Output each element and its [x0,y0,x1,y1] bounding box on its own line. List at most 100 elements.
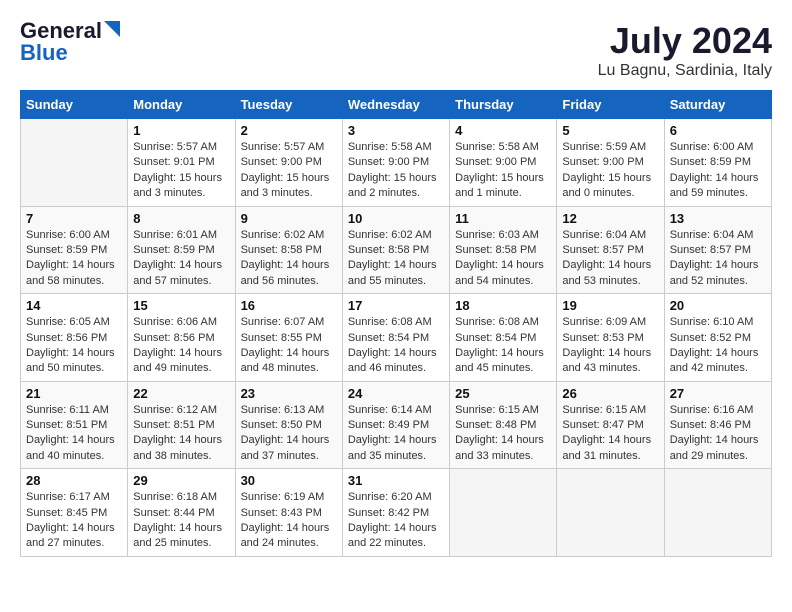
day-number: 22 [133,386,229,401]
day-cell: 18Sunrise: 6:08 AM Sunset: 8:54 PM Dayli… [450,294,557,382]
day-info: Sunrise: 6:07 AM Sunset: 8:55 PM Dayligh… [241,315,337,377]
day-cell: 2 Sunrise: 5:57 AM Sunset: 9:00 PM Daylig… [235,119,342,207]
logo-icon [104,21,120,37]
day-cell: 22 Sunrise: 6:12 AM Sunset: 8:51 PM Dayli… [128,381,235,469]
day-cell: 27Sunrise: 6:16 AM Sunset: 8:46 PM Dayli… [664,381,771,469]
day-info: Sunrise: 6:16 AM Sunset: 8:46 PM Dayligh… [670,403,766,465]
day-cell [557,469,664,557]
day-info: Sunrise: 6:14 AM Sunset: 8:49 PM Dayligh… [348,403,444,465]
day-cell: 29 Sunrise: 6:18 AM Sunset: 8:44 PM Dayli… [128,469,235,557]
month-title: July 2024 [598,20,772,62]
day-info: Sunrise: 6:09 AM Sunset: 8:53 PM Dayligh… [562,315,658,377]
day-cell: 24 Sunrise: 6:14 AM Sunset: 8:49 PM Dayli… [342,381,449,469]
day-cell: 17 Sunrise: 6:08 AM Sunset: 8:54 PM Dayli… [342,294,449,382]
day-number: 23 [241,386,337,401]
day-cell: 14 Sunrise: 6:05 AM Sunset: 8:56 PM Dayli… [21,294,128,382]
day-number: 29 [133,473,229,488]
header-row: SundayMondayTuesdayWednesdayThursdayFrid… [21,91,772,119]
day-cell: 30 Sunrise: 6:19 AM Sunset: 8:43 PM Dayli… [235,469,342,557]
week-row-2: 7 Sunrise: 6:00 AM Sunset: 8:59 PM Daylig… [21,206,772,294]
day-cell: 19 Sunrise: 6:09 AM Sunset: 8:53 PM Dayli… [557,294,664,382]
logo: General Blue [20,20,120,64]
day-cell: 10 Sunrise: 6:02 AM Sunset: 8:58 PM Dayli… [342,206,449,294]
day-number: 20 [670,298,766,313]
header-day-friday: Friday [557,91,664,119]
day-number: 4 [455,123,551,138]
day-info: Sunrise: 6:06 AM Sunset: 8:56 PM Dayligh… [133,315,229,377]
day-number: 6 [670,123,766,138]
day-info: Sunrise: 6:10 AM Sunset: 8:52 PM Dayligh… [670,315,766,377]
day-number: 11 [455,211,551,226]
day-number: 2 [241,123,337,138]
day-number: 17 [348,298,444,313]
header-day-thursday: Thursday [450,91,557,119]
header-day-sunday: Sunday [21,91,128,119]
day-info: Sunrise: 6:05 AM Sunset: 8:56 PM Dayligh… [26,315,122,377]
day-cell: 9 Sunrise: 6:02 AM Sunset: 8:58 PM Daylig… [235,206,342,294]
day-number: 14 [26,298,122,313]
day-number: 16 [241,298,337,313]
day-info: Sunrise: 6:03 AM Sunset: 8:58 PM Dayligh… [455,228,551,290]
day-cell: 25 Sunrise: 6:15 AM Sunset: 8:48 PM Dayli… [450,381,557,469]
day-info: Sunrise: 6:17 AM Sunset: 8:45 PM Dayligh… [26,490,122,552]
day-info: Sunrise: 6:02 AM Sunset: 8:58 PM Dayligh… [348,228,444,290]
day-info: Sunrise: 6:15 AM Sunset: 8:48 PM Dayligh… [455,403,551,465]
day-cell: 7 Sunrise: 6:00 AM Sunset: 8:59 PM Daylig… [21,206,128,294]
day-cell: 3 Sunrise: 5:58 AM Sunset: 9:00 PM Daylig… [342,119,449,207]
day-cell: 26Sunrise: 6:15 AM Sunset: 8:47 PM Dayli… [557,381,664,469]
day-number: 10 [348,211,444,226]
location-text: Lu Bagnu, Sardinia, Italy [598,62,772,80]
day-info: Sunrise: 6:12 AM Sunset: 8:51 PM Dayligh… [133,403,229,465]
day-info: Sunrise: 6:19 AM Sunset: 8:43 PM Dayligh… [241,490,337,552]
day-cell: 28 Sunrise: 6:17 AM Sunset: 8:45 PM Dayli… [21,469,128,557]
day-cell: 1Sunrise: 5:57 AM Sunset: 9:01 PM Daylig… [128,119,235,207]
day-cell: 6 Sunrise: 6:00 AM Sunset: 8:59 PM Daylig… [664,119,771,207]
day-number: 26 [562,386,658,401]
header-day-saturday: Saturday [664,91,771,119]
day-cell: 13 Sunrise: 6:04 AM Sunset: 8:57 PM Dayli… [664,206,771,294]
day-cell: 16 Sunrise: 6:07 AM Sunset: 8:55 PM Dayli… [235,294,342,382]
day-cell [450,469,557,557]
day-info: Sunrise: 5:58 AM Sunset: 9:00 PM Dayligh… [455,140,551,202]
week-row-1: 1Sunrise: 5:57 AM Sunset: 9:01 PM Daylig… [21,119,772,207]
day-info: Sunrise: 6:11 AM Sunset: 8:51 PM Dayligh… [26,403,122,465]
calendar-table: SundayMondayTuesdayWednesdayThursdayFrid… [20,90,772,557]
day-number: 3 [348,123,444,138]
header-day-tuesday: Tuesday [235,91,342,119]
week-row-5: 28 Sunrise: 6:17 AM Sunset: 8:45 PM Dayli… [21,469,772,557]
day-number: 15 [133,298,229,313]
calendar-header: SundayMondayTuesdayWednesdayThursdayFrid… [21,91,772,119]
day-info: Sunrise: 6:13 AM Sunset: 8:50 PM Dayligh… [241,403,337,465]
week-row-3: 14 Sunrise: 6:05 AM Sunset: 8:56 PM Dayli… [21,294,772,382]
day-cell: 23 Sunrise: 6:13 AM Sunset: 8:50 PM Dayli… [235,381,342,469]
header-day-wednesday: Wednesday [342,91,449,119]
day-info: Sunrise: 6:01 AM Sunset: 8:59 PM Dayligh… [133,228,229,290]
day-info: Sunrise: 5:58 AM Sunset: 9:00 PM Dayligh… [348,140,444,202]
day-number: 30 [241,473,337,488]
day-info: Sunrise: 5:57 AM Sunset: 9:00 PM Dayligh… [241,140,337,202]
day-info: Sunrise: 6:00 AM Sunset: 8:59 PM Dayligh… [670,140,766,202]
day-number: 5 [562,123,658,138]
day-info: Sunrise: 6:18 AM Sunset: 8:44 PM Dayligh… [133,490,229,552]
day-info: Sunrise: 6:20 AM Sunset: 8:42 PM Dayligh… [348,490,444,552]
day-info: Sunrise: 6:04 AM Sunset: 8:57 PM Dayligh… [670,228,766,290]
day-cell: 11 Sunrise: 6:03 AM Sunset: 8:58 PM Dayli… [450,206,557,294]
day-number: 7 [26,211,122,226]
header-day-monday: Monday [128,91,235,119]
day-cell: 21Sunrise: 6:11 AM Sunset: 8:51 PM Dayli… [21,381,128,469]
day-number: 19 [562,298,658,313]
day-number: 24 [348,386,444,401]
day-info: Sunrise: 6:08 AM Sunset: 8:54 PM Dayligh… [348,315,444,377]
day-number: 12 [562,211,658,226]
day-number: 28 [26,473,122,488]
day-info: Sunrise: 6:02 AM Sunset: 8:58 PM Dayligh… [241,228,337,290]
day-info: Sunrise: 6:00 AM Sunset: 8:59 PM Dayligh… [26,228,122,290]
day-number: 13 [670,211,766,226]
day-number: 31 [348,473,444,488]
day-number: 25 [455,386,551,401]
calendar-body: 1Sunrise: 5:57 AM Sunset: 9:01 PM Daylig… [21,119,772,557]
day-number: 9 [241,211,337,226]
day-cell [21,119,128,207]
day-cell: 8Sunrise: 6:01 AM Sunset: 8:59 PM Daylig… [128,206,235,294]
page-header: General Blue July 2024 Lu Bagnu, Sardini… [20,20,772,80]
